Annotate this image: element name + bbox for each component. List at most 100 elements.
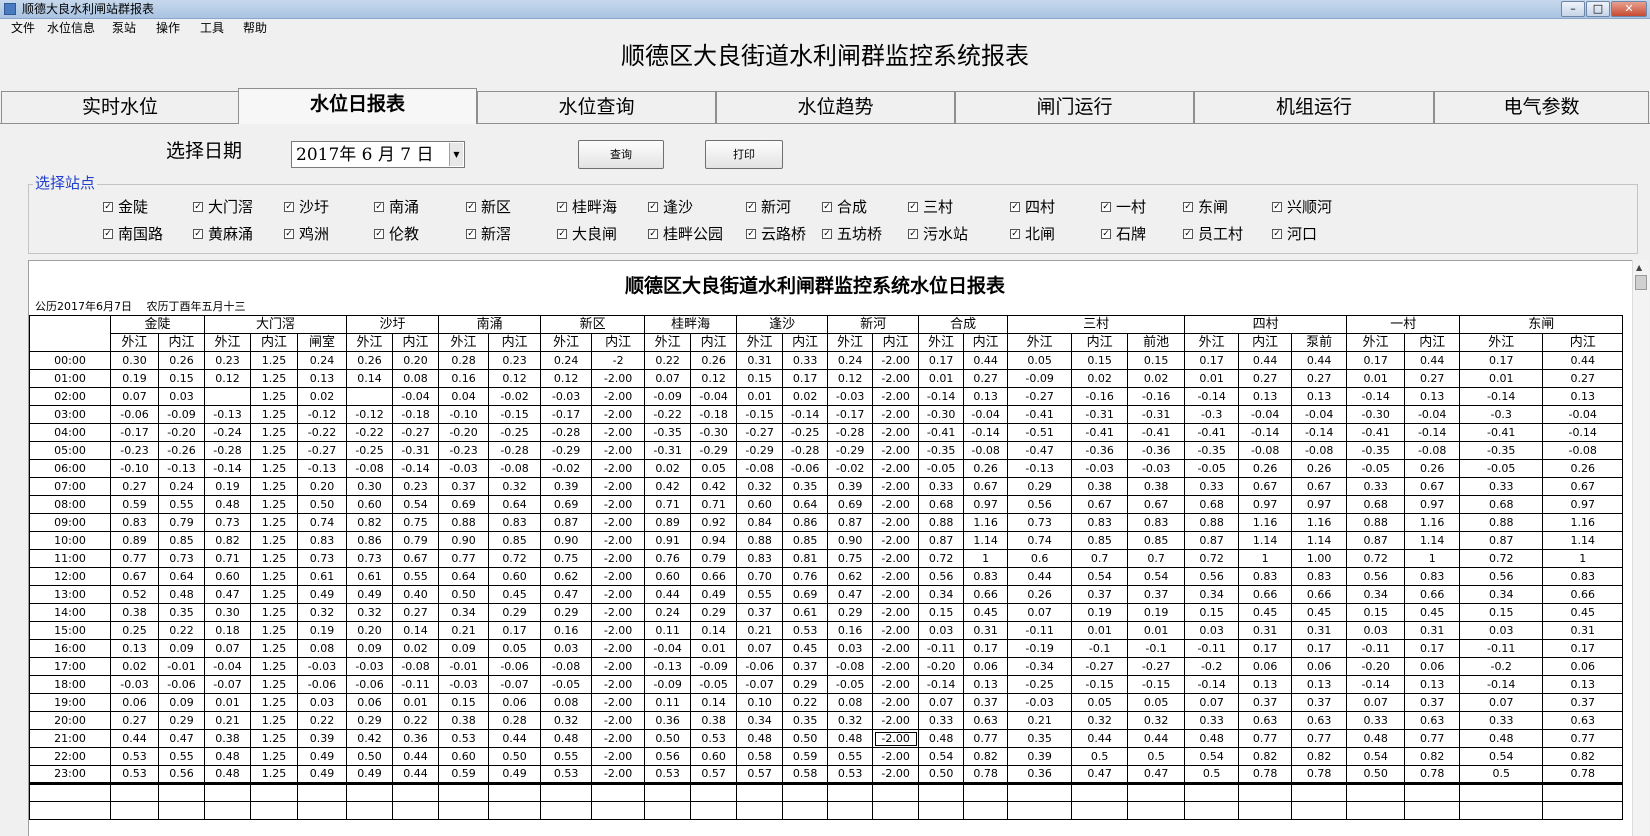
table-cell[interactable]: -0.14 — [1542, 423, 1624, 442]
table-cell[interactable]: -0.04 — [644, 639, 692, 658]
tab-level-trend[interactable]: 水位趋势 — [716, 91, 955, 123]
table-cell[interactable]: 0.39 — [827, 477, 874, 496]
table-cell[interactable]: 0.19 — [1071, 603, 1129, 622]
table-cell[interactable]: -0.08 — [1542, 441, 1624, 460]
table-cell[interactable]: 0.33 — [1184, 711, 1240, 730]
table-cell[interactable] — [1238, 801, 1293, 820]
table-cell[interactable] — [918, 801, 965, 820]
table-cell[interactable]: 0.13 — [963, 387, 1009, 406]
table-cell[interactable]: -0.14 — [1184, 675, 1240, 694]
table-cell[interactable]: -2.00 — [591, 585, 646, 604]
table-cell[interactable]: 0.01 — [1184, 369, 1240, 388]
table-cell[interactable]: 0.45 — [1238, 603, 1293, 622]
table-cell[interactable]: -0.14 — [204, 459, 252, 478]
table-cell[interactable]: 0.37 — [1291, 693, 1348, 712]
table-cell[interactable]: 0.02 — [297, 387, 348, 406]
table-cell[interactable]: -0.35 — [1346, 441, 1406, 460]
tab-realtime-level[interactable]: 实时水位 — [1, 91, 239, 123]
table-cell[interactable]: 0.89 — [110, 531, 159, 550]
table-cell[interactable]: 0.50 — [297, 495, 348, 514]
table-cell[interactable]: 0.53 — [782, 621, 829, 640]
table-cell[interactable]: -0.14 — [1459, 675, 1544, 694]
table-cell[interactable]: -0.10 — [438, 405, 490, 424]
table-cell[interactable]: 0.22 — [157, 621, 206, 640]
table-cell[interactable]: 0.03 — [827, 639, 874, 658]
table-cell[interactable]: 0.87 — [1459, 531, 1544, 550]
table-cell[interactable]: -0.06 — [782, 459, 829, 478]
table-cell[interactable]: 0.50 — [644, 729, 692, 748]
table-cell[interactable]: -0.41 — [1007, 405, 1073, 424]
checkmark-icon[interactable]: ✓ — [648, 202, 658, 212]
table-cell[interactable]: -2.00 — [872, 477, 920, 496]
table-cell[interactable]: -0.29 — [827, 441, 874, 460]
table-cell[interactable]: 0.03 — [918, 621, 965, 640]
table-cell[interactable]: 0.76 — [644, 549, 692, 568]
table-cell[interactable]: 0.54 — [1459, 747, 1544, 766]
table-cell[interactable]: 0.60 — [736, 495, 784, 514]
table-cell[interactable]: 0.33 — [1346, 477, 1406, 496]
table-cell[interactable]: 0.11 — [644, 621, 692, 640]
maximize-button[interactable]: □ — [1586, 1, 1610, 17]
table-cell[interactable] — [1404, 783, 1461, 802]
table-cell[interactable]: 0.49 — [346, 585, 394, 604]
table-cell[interactable] — [782, 801, 829, 820]
table-cell[interactable]: -2.00 — [591, 477, 646, 496]
table-cell[interactable]: 0.60 — [204, 567, 252, 586]
table-cell[interactable]: 0.34 — [918, 585, 965, 604]
table-cell[interactable]: 0.50 — [438, 585, 490, 604]
table-cell[interactable]: 0.23 — [392, 477, 440, 496]
table-cell[interactable]: -0.25 — [782, 423, 829, 442]
table-cell[interactable]: 0.54 — [1071, 567, 1129, 586]
table-cell[interactable]: 0.09 — [157, 693, 206, 712]
table-cell[interactable]: -0.15 — [1127, 675, 1186, 694]
table-cell[interactable]: 0.23 — [488, 351, 542, 370]
table-cell[interactable] — [1184, 783, 1240, 802]
table-cell[interactable]: 0.94 — [690, 531, 738, 550]
table-cell[interactable]: 0.48 — [1346, 729, 1406, 748]
table-cell[interactable]: 0.67 — [1071, 495, 1129, 514]
table-cell[interactable]: 0.64 — [157, 567, 206, 586]
table-cell[interactable] — [29, 783, 111, 802]
table-cell[interactable]: 0.81 — [782, 549, 829, 568]
table-cell[interactable]: -0.41 — [1127, 423, 1186, 442]
table-cell[interactable]: -0.08 — [1291, 441, 1348, 460]
table-cell[interactable]: 0.05 — [1127, 693, 1186, 712]
table-cell[interactable]: -0.06 — [110, 405, 159, 424]
table-cell[interactable]: -0.47 — [1007, 441, 1073, 460]
table-cell[interactable]: 0.40 — [392, 585, 440, 604]
table-cell[interactable]: 0.13 — [1291, 675, 1348, 694]
table-cell[interactable]: -0.09 — [644, 675, 692, 694]
table-cell[interactable]: 0.64 — [438, 567, 490, 586]
table-cell[interactable]: -0.14 — [918, 387, 965, 406]
checkmark-icon[interactable]: ✓ — [746, 229, 756, 239]
table-cell[interactable]: 0.66 — [1542, 585, 1624, 604]
table-cell[interactable]: 0.26 — [1542, 459, 1624, 478]
table-cell[interactable]: -0.30 — [918, 405, 965, 424]
table-cell[interactable]: 1.25 — [250, 513, 299, 532]
table-cell[interactable]: -2.00 — [591, 603, 646, 622]
table-cell[interactable]: 0.22 — [392, 711, 440, 730]
table-cell[interactable]: 0.12 — [488, 369, 542, 388]
table-cell[interactable]: 0.78 — [1542, 765, 1624, 785]
table-cell[interactable]: 0.56 — [1007, 495, 1073, 514]
table-cell[interactable]: 0.32 — [1127, 711, 1186, 730]
menu-water-level-info[interactable]: 水位信息 — [47, 21, 95, 35]
table-cell[interactable]: -0.13 — [644, 657, 692, 676]
table-cell[interactable]: -2 — [591, 351, 646, 370]
table-cell[interactable]: -2.00 — [591, 675, 646, 694]
table-cell[interactable]: -0.20 — [157, 423, 206, 442]
table-cell[interactable]: 0.09 — [157, 639, 206, 658]
table-cell[interactable]: 0.26 — [963, 459, 1009, 478]
table-cell[interactable]: 0.48 — [827, 729, 874, 748]
table-cell[interactable]: -0.20 — [918, 657, 965, 676]
table-cell[interactable]: -0.02 — [488, 387, 542, 406]
table-cell[interactable]: 0.60 — [346, 495, 394, 514]
table-cell[interactable]: 1.14 — [1404, 531, 1461, 550]
table-cell[interactable]: -0.41 — [918, 423, 965, 442]
table-cell[interactable]: 0.13 — [1404, 675, 1461, 694]
checkmark-icon[interactable]: ✓ — [1183, 202, 1193, 212]
table-cell[interactable]: 0.07 — [204, 639, 252, 658]
table-cell[interactable]: 0.83 — [110, 513, 159, 532]
table-cell[interactable]: 0.79 — [392, 531, 440, 550]
table-cell[interactable]: -0.09 — [690, 657, 738, 676]
